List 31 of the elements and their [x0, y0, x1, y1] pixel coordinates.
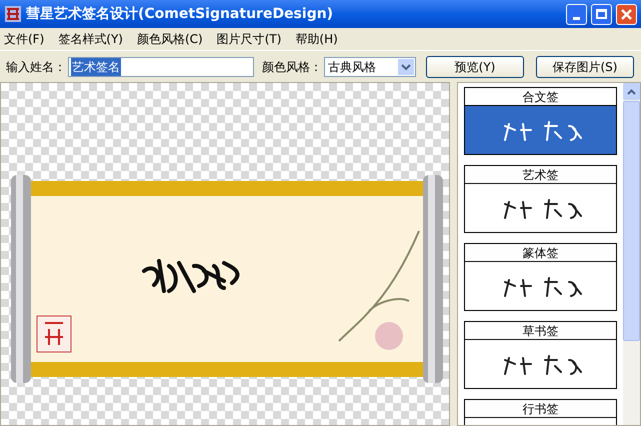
signature-style-card[interactable]: 篆体签 — [464, 243, 617, 311]
style-title: 合文签 — [465, 88, 616, 106]
style-title: 篆体签 — [465, 244, 616, 262]
window-title: 彗星艺术签名设计(CometSignatureDesign) — [26, 4, 334, 24]
name-label: 输入姓名： — [6, 58, 66, 76]
app-icon — [4, 5, 22, 23]
scroll-up-button[interactable] — [623, 83, 640, 100]
menu-item[interactable]: 签名样式(Y) — [58, 30, 123, 48]
menu-item[interactable]: 颜色风格(C) — [136, 30, 203, 48]
maximize-button[interactable] — [591, 4, 612, 24]
close-button[interactable] — [616, 4, 637, 24]
scrollbar[interactable] — [623, 83, 640, 425]
signature-style-card[interactable]: 行书签 — [464, 399, 617, 425]
menu-item[interactable]: 文件(F) — [4, 30, 44, 48]
scroll-thumb[interactable] — [623, 101, 640, 341]
style-label: 颜色风格： — [262, 58, 322, 76]
signature-style-card[interactable]: 草书签 — [464, 321, 617, 389]
save-image-button[interactable]: 保存图片(S) — [536, 56, 634, 78]
style-title: 艺术签 — [465, 166, 616, 184]
preview-button[interactable]: 预览(Y) — [426, 56, 524, 78]
menu-item[interactable]: 帮助(H) — [295, 30, 338, 48]
menu-item[interactable]: 图片尺寸(T) — [216, 30, 282, 48]
name-input-field[interactable]: 艺术签名 — [68, 56, 254, 76]
style-dropdown[interactable]: 古典风格 — [324, 56, 416, 76]
minimize-button[interactable] — [566, 4, 587, 24]
signature-style-card[interactable]: 艺术签 — [464, 165, 617, 233]
caret-up-icon — [627, 88, 636, 94]
style-title: 草书签 — [465, 322, 616, 340]
close-icon — [621, 8, 632, 20]
signature-style-card[interactable]: 合文签 — [464, 87, 617, 155]
style-title: 行书签 — [465, 400, 616, 418]
